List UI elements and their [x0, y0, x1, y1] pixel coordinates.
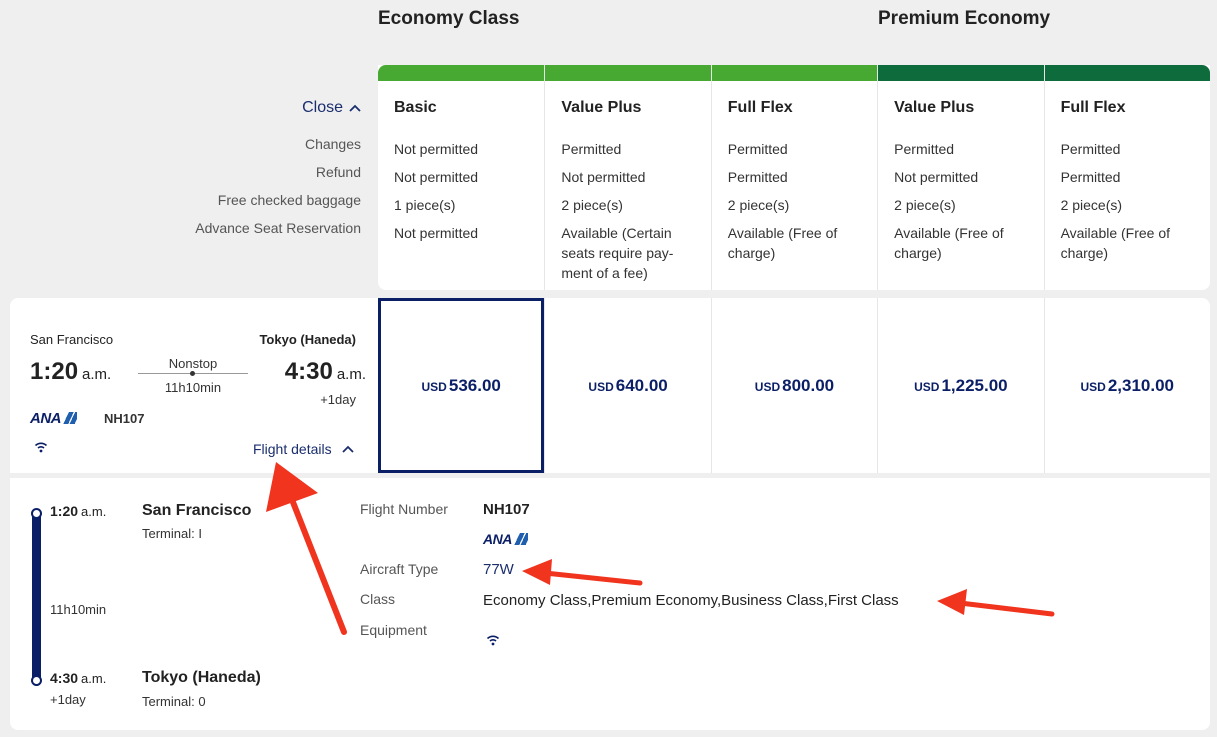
fare-baggage: 2 piece(s)	[1060, 197, 1123, 213]
price-amount: 2,310.00	[1107, 375, 1175, 395]
fare-name: Value Plus	[561, 99, 642, 116]
detail-departure-terminal: Terminal: I	[142, 526, 202, 541]
price-amount: 800.00	[782, 375, 835, 395]
fare-attribute-labels: Close Changes Refund Free checked baggag…	[195, 96, 361, 248]
economy-color-bar	[545, 65, 711, 81]
economy-class-heading: Economy Class	[378, 8, 520, 29]
fare-baggage: 2 piece(s)	[894, 197, 956, 213]
fare-name: Full Flex	[1060, 99, 1126, 116]
detail-departure-city: San Francisco	[142, 502, 252, 519]
fare-name: Basic	[394, 99, 437, 116]
flight-details-button[interactable]: Flight details	[253, 441, 354, 457]
fare-column-premium-value-plus: Value Plus Permitted Not permitted 2 pie…	[877, 65, 1044, 290]
fare-comparison-table: Basic Not permitted Not permitted 1 piec…	[378, 65, 1210, 290]
price-cell-basic[interactable]: USD 536.00	[378, 298, 545, 473]
detail-arrival-terminal: Terminal: 0	[142, 694, 206, 709]
departure-time: 1:20 a.m.	[30, 358, 112, 385]
detail-arrival-city: Tokyo (Haneda)	[142, 669, 261, 686]
ana-logo: ANA	[30, 410, 77, 427]
fare-baggage: 2 piece(s)	[727, 197, 790, 213]
departure-city: San Francisco	[30, 332, 114, 347]
flight-details-panel: 1:20 a.m. San Francisco Terminal: I 11h10…	[10, 478, 1210, 730]
price-cells: USD 536.00 USD 640.00 USD 800.00 USD 1,2…	[378, 298, 1210, 473]
ana-logo: ANA	[483, 531, 528, 547]
stops-label: Nonstop	[168, 356, 218, 371]
fare-refund: Not permitted	[894, 169, 979, 185]
fare-changes: Permitted	[1060, 141, 1121, 157]
economy-color-bar	[711, 65, 878, 81]
attr-label-baggage: Free checked baggage	[217, 192, 361, 208]
fare-changes: Permitted	[727, 141, 788, 157]
price-currency: USD	[914, 380, 940, 394]
wifi-icon	[34, 442, 48, 453]
flight-row: San Francisco Tokyo (Haneda) 1:20 a.m. 4:…	[10, 298, 1210, 473]
class-list: Economy Class,Premium Economy,Business C…	[483, 592, 899, 609]
plus-day: +1day	[320, 392, 356, 407]
fare-baggage: 1 piece(s)	[394, 197, 456, 213]
arrival-time: 4:30 a.m.	[284, 358, 366, 385]
fare-seat: Available (Certain seats require pay-men…	[561, 225, 674, 281]
detail-duration: 11h10min	[50, 602, 107, 617]
economy-color-bar	[378, 65, 545, 81]
fare-baggage: 2 piece(s)	[561, 197, 623, 213]
fare-changes: Permitted	[561, 141, 622, 157]
chevron-up-icon	[349, 104, 361, 112]
fare-column-economy-full-flex: Full Flex Permitted Permitted 2 piece(s)…	[710, 65, 878, 290]
fare-refund: Not permitted	[561, 169, 646, 185]
price-currency: USD	[421, 380, 447, 394]
price-cell-economy-value-plus[interactable]: USD 640.00	[544, 298, 710, 473]
price-amount: 640.00	[615, 375, 668, 395]
fare-changes: Not permitted	[394, 141, 479, 157]
fare-seat: Available (Free of charge)	[894, 225, 1004, 261]
detail-departure-time: 1:20 a.m.	[50, 503, 107, 519]
price-cell-premium-full-flex[interactable]: USD 2,310.00	[1043, 298, 1210, 473]
detail-arrival-time: 4:30 a.m.	[50, 670, 107, 686]
flight-summary: San Francisco Tokyo (Haneda) 1:20 a.m. 4:…	[10, 298, 378, 473]
equipment-label: Equipment	[360, 622, 427, 638]
fare-name: Value Plus	[894, 99, 975, 116]
fare-seat: Available (Free of charge)	[727, 225, 838, 261]
price-currency: USD	[754, 380, 781, 394]
arrival-city: Tokyo (Haneda)	[259, 332, 356, 347]
timeline-end-dot	[31, 675, 42, 686]
chevron-up-icon	[341, 445, 354, 453]
fare-seat: Not permitted	[394, 225, 479, 241]
class-label: Class	[360, 591, 396, 607]
attr-label-refund: Refund	[315, 164, 361, 180]
fare-seat: Available (Free of charge)	[1060, 225, 1171, 261]
flight-number: NH107	[104, 411, 145, 426]
fare-refund: Not permitted	[394, 169, 479, 185]
close-button[interactable]: Close	[195, 96, 361, 120]
aircraft-type-link[interactable]: 77W	[483, 561, 514, 578]
price-cell-economy-full-flex[interactable]: USD 800.00	[710, 298, 877, 473]
fare-refund: Permitted	[727, 169, 788, 185]
fare-name: Full Flex	[727, 99, 793, 116]
attr-label-seat: Advance Seat Reservation	[195, 220, 361, 236]
premium-color-bar	[1044, 65, 1210, 81]
wifi-icon	[486, 635, 500, 646]
close-label: Close	[302, 99, 343, 116]
route-dot	[190, 371, 195, 376]
fare-changes: Permitted	[894, 141, 955, 157]
price-amount: 1,225.00	[941, 375, 1008, 395]
fare-refund: Permitted	[1060, 169, 1121, 185]
flight-details-label: Flight details	[253, 441, 332, 457]
timeline-bar	[32, 512, 41, 686]
fare-column-premium-full-flex: Full Flex Permitted Permitted 2 piece(s)…	[1043, 65, 1210, 290]
timeline-start-dot	[31, 508, 42, 519]
price-amount: 536.00	[448, 375, 501, 395]
fare-column-basic: Basic Not permitted Not permitted 1 piec…	[378, 65, 545, 290]
price-currency: USD	[588, 380, 614, 394]
price-cell-premium-value-plus[interactable]: USD 1,225.00	[877, 298, 1043, 473]
attr-label-changes: Changes	[304, 136, 361, 152]
fare-column-economy-value-plus: Value Plus Permitted Not permitted 2 pie…	[544, 65, 711, 290]
premium-economy-heading: Premium Economy	[878, 8, 1051, 29]
premium-color-bar	[878, 65, 1044, 81]
flight-duration: 11h10min	[164, 380, 222, 395]
detail-flight-number: NH107	[483, 501, 530, 518]
price-currency: USD	[1080, 380, 1106, 394]
detail-arrival-plus-day: +1day	[50, 692, 86, 707]
aircraft-type-label: Aircraft Type	[360, 561, 439, 577]
flight-number-label: Flight Number	[360, 501, 448, 517]
